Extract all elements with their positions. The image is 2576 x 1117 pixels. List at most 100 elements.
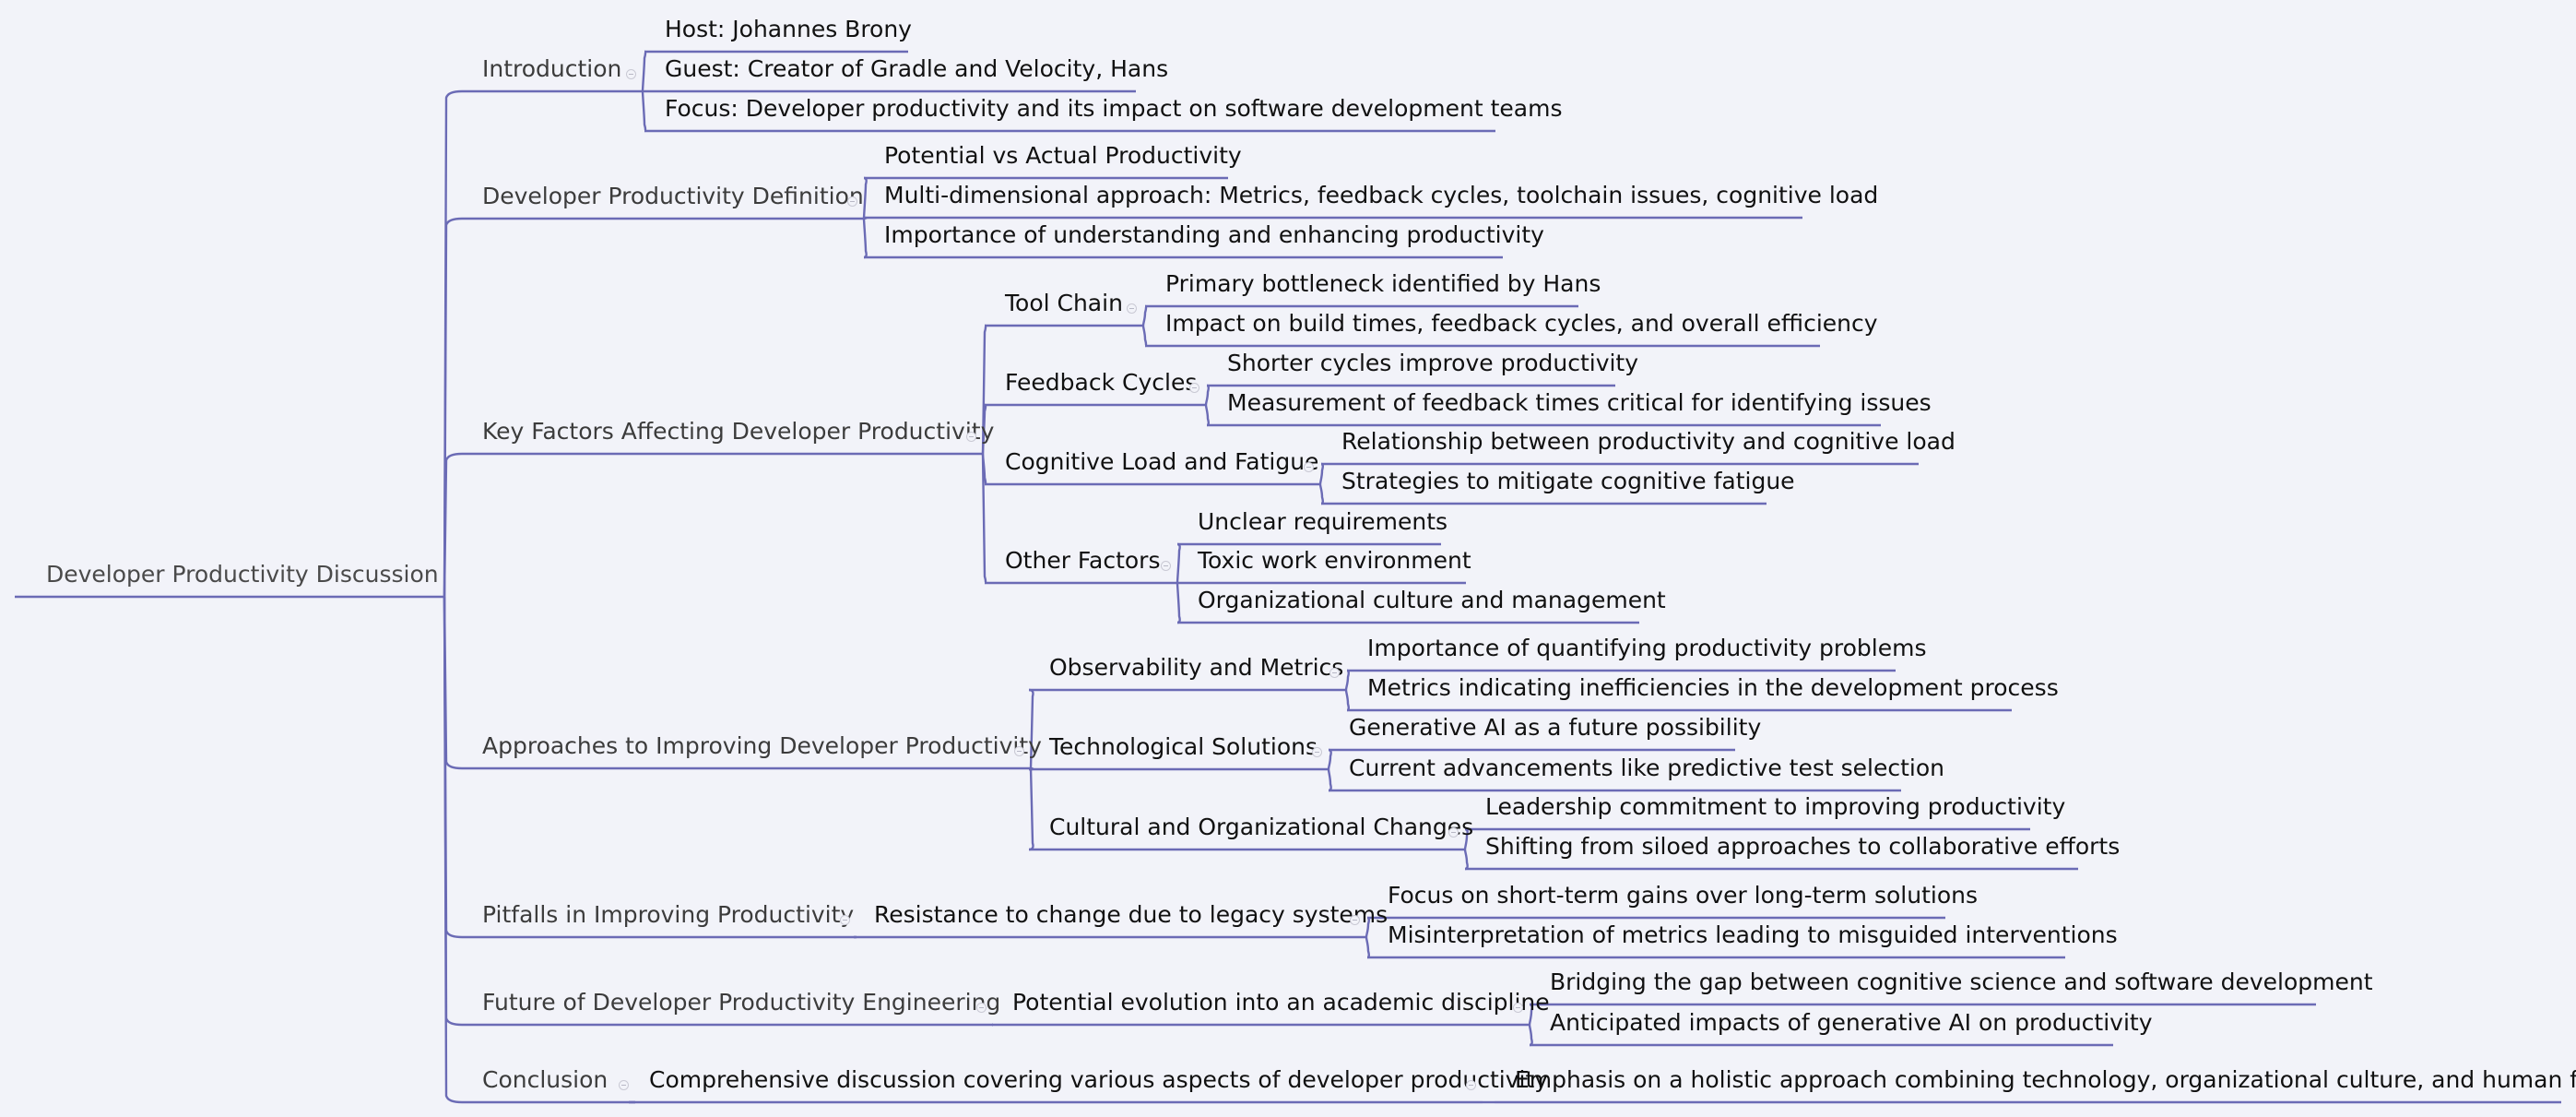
subtopic-technological-solutions[interactable]: Technological Solutions [1049,735,1318,758]
collapse-toggle-icon[interactable] [976,1003,987,1013]
topic-label: Technological Solutions [1049,733,1318,760]
subtopic-anticipated-impacts-of-generative-ai-on-productivity[interactable]: Anticipated impacts of generative AI on … [1550,1011,2153,1034]
connector-relationship-between-productivity-and-cognitive-load [1318,462,1324,485]
subtopic-focus-on-short-term-gains-over-long-term-solutions[interactable]: Focus on short-term gains over long-term… [1388,884,1978,907]
subtopic-tool-chain[interactable]: Tool Chain [1005,291,1123,315]
topic-label: Cultural and Organizational Changes [1049,814,1474,840]
subtopic-unclear-requirements[interactable]: Unclear requirements [1198,510,1448,533]
connector-other-factors [981,453,987,585]
connector-cognitive-load-and-fatigue [981,453,987,486]
connector-primary-bottleneck-identified-by-hans [1141,304,1148,327]
topic-label: Metrics indicating inefficiencies in the… [1367,674,2059,701]
topic-label: Feedback Cycles [1005,369,1198,396]
topic-label: Comprehensive discussion covering variou… [649,1066,1549,1093]
subtopic-shorter-cycles-improve-productivity[interactable]: Shorter cycles improve productivity [1227,351,1638,374]
collapse-toggle-icon[interactable] [1466,1080,1476,1090]
collapse-toggle-icon[interactable] [840,915,850,925]
connector-anticipated-impacts-of-generative-ai-on-productivity [1528,1024,1533,1047]
collapse-toggle-icon[interactable] [1350,915,1360,925]
subtopic-other-factors[interactable]: Other Factors [1005,549,1160,572]
connector-host-johannes-brony [641,50,647,92]
collapse-toggle-icon[interactable] [1127,303,1137,314]
subtopic-importance-of-quantifying-productivity-problems[interactable]: Importance of quantifying productivity p… [1367,636,1927,660]
topic-label: Importance of understanding and enhancin… [884,221,1544,248]
topic-label: Importance of quantifying productivity p… [1367,635,1927,661]
collapse-toggle-icon[interactable] [966,432,976,442]
topic-label: Potential evolution into an academic dis… [1012,989,1550,1016]
mindmap-canvas[interactable]: Developer Productivity Discussion Introdu… [0,0,2576,1117]
connector-pitfalls-in-improving-productivity [443,596,463,939]
topic-label: Unclear requirements [1198,508,1448,535]
collapse-toggle-icon[interactable] [619,1080,629,1090]
subtopic-current-advancements-like-predictive-test-selection[interactable]: Current advancements like predictive tes… [1349,756,1944,779]
collapse-toggle-icon[interactable] [1161,561,1171,571]
connector-generative-ai-as-a-future-possibility [1327,748,1332,770]
topic-label: Generative AI as a future possibility [1349,714,1762,741]
subtopic-potential-vs-actual-productivity[interactable]: Potential vs Actual Productivity [884,144,1242,167]
subtopic-comprehensive-discussion-covering-various-aspects-of-developer-productivity[interactable]: Comprehensive discussion covering variou… [649,1068,1548,1091]
subtopic-focus-developer-productivity-and-its-impact-on-software-development-teams[interactable]: Focus: Developer productivity and its im… [665,97,1563,120]
subtopic-resistance-to-change-due-to-legacy-systems[interactable]: Resistance to change due to legacy syste… [874,903,1388,926]
main-topic-key-factors-affecting-developer-productivity[interactable]: Key Factors Affecting Developer Producti… [482,420,994,443]
connector-cultural-and-organizational-changes [1028,767,1034,851]
collapse-toggle-icon[interactable] [847,196,857,207]
subtopic-misinterpretation-of-metrics-leading-to-misguided-interventions[interactable]: Misinterpretation of metrics leading to … [1388,923,2118,946]
subtopic-generative-ai-as-a-future-possibility[interactable]: Generative AI as a future possibility [1349,716,1761,739]
subtopic-leadership-commitment-to-improving-productivity[interactable]: Leadership commitment to improving produ… [1485,795,2065,818]
topic-label: Primary bottleneck identified by Hans [1165,270,1601,297]
topic-label: Host: Johannes Brony [665,16,912,42]
subtopic-primary-bottleneck-identified-by-hans[interactable]: Primary bottleneck identified by Hans [1165,272,1601,295]
subtopic-guest-creator-of-gradle-and-velocity-hans[interactable]: Guest: Creator of Gradle and Velocity, H… [665,57,1168,80]
subtopic-relationship-between-productivity-and-cognitive-load[interactable]: Relationship between productivity and co… [1341,430,1956,453]
topic-label: Future of Developer Productivity Enginee… [482,989,1001,1016]
topic-label: Shifting from siloed approaches to colla… [1485,833,2121,860]
main-topic-conclusion[interactable]: Conclusion [482,1068,608,1091]
central-topic[interactable]: Developer Productivity Discussion [46,563,439,586]
main-topic-future-of-developer-productivity-engineering[interactable]: Future of Developer Productivity Enginee… [482,991,1000,1014]
topic-label: Current advancements like predictive tes… [1349,755,1945,781]
connector-future-of-developer-productivity-engineering [443,596,463,1027]
subtopic-shifting-from-siloed-approaches-to-collaborative-efforts[interactable]: Shifting from siloed approaches to colla… [1485,835,2120,858]
topic-label: Resistance to change due to legacy syste… [874,901,1388,928]
subtopic-importance-of-understanding-and-enhancing-productivity[interactable]: Importance of understanding and enhancin… [884,223,1544,246]
topic-label: Organizational culture and management [1198,587,1666,613]
subtopic-cultural-and-organizational-changes[interactable]: Cultural and Organizational Changes [1049,815,1473,838]
subtopic-feedback-cycles[interactable]: Feedback Cycles [1005,371,1197,394]
subtopic-measurement-of-feedback-times-critical-for-identifying-issues[interactable]: Measurement of feedback times critical f… [1227,391,1932,414]
main-topic-developer-productivity-definition[interactable]: Developer Productivity Definition [482,184,864,208]
subtopic-impact-on-build-times-feedback-cycles-and-overall-efficiency[interactable]: Impact on build times, feedback cycles, … [1165,312,1878,335]
collapse-toggle-icon[interactable] [1513,1003,1523,1013]
subtopic-host-johannes-brony[interactable]: Host: Johannes Brony [665,18,912,41]
collapse-toggle-icon[interactable] [1448,827,1459,838]
connector-shifting-from-siloed-approaches-to-collaborative-efforts [1463,849,1469,871]
collapse-toggle-icon[interactable] [1329,668,1340,678]
collapse-toggle-icon[interactable] [1312,747,1322,757]
main-topic-introduction[interactable]: Introduction [482,57,621,80]
subtopic-emphasis-on-a-holistic-approach-combining-technology-organizational-culture-and-human-factors[interactable]: Emphasis on a holistic approach combinin… [1515,1068,2576,1091]
subtopic-cognitive-load-and-fatigue[interactable]: Cognitive Load and Fatigue [1005,450,1318,473]
topic-label: Bridging the gap between cognitive scien… [1550,968,2373,995]
connector-technological-solutions [1028,766,1034,771]
subtopic-metrics-indicating-inefficiencies-in-the-development-process[interactable]: Metrics indicating inefficiencies in the… [1367,676,2059,699]
subtopic-toxic-work-environment[interactable]: Toxic work environment [1198,549,1471,572]
main-topic-pitfalls-in-improving-productivity[interactable]: Pitfalls in Improving Productivity [482,903,854,926]
subtopic-multi-dimensional-approach-metrics-feedback-cycles-toolchain-issues-cognitive-load[interactable]: Multi-dimensional approach: Metrics, fee… [884,184,1878,207]
topic-label: Cognitive Load and Fatigue [1005,448,1319,475]
subtopic-bridging-the-gap-between-cognitive-science-and-software-development[interactable]: Bridging the gap between cognitive scien… [1550,970,2373,993]
collapse-toggle-icon[interactable] [626,69,636,79]
subtopic-observability-and-metrics[interactable]: Observability and Metrics [1049,656,1343,679]
connector-developer-productivity-definition [443,217,463,598]
topic-label: Approaches to Improving Developer Produc… [482,732,1042,759]
topic-label: Anticipated impacts of generative AI on … [1550,1009,2153,1036]
subtopic-strategies-to-mitigate-cognitive-fatigue[interactable]: Strategies to mitigate cognitive fatigue [1341,469,1795,493]
subtopic-organizational-culture-and-management[interactable]: Organizational culture and management [1198,588,1666,612]
connector-importance-of-quantifying-productivity-problems [1344,669,1350,691]
collapse-toggle-icon[interactable] [1014,746,1024,756]
main-topic-approaches-to-improving-developer-productivity[interactable]: Approaches to Improving Developer Produc… [482,734,1042,757]
subtopic-potential-evolution-into-an-academic-discipline[interactable]: Potential evolution into an academic dis… [1012,991,1550,1014]
topic-label: Introduction [482,55,622,82]
collapse-toggle-icon[interactable] [1189,383,1199,393]
topic-label: Tool Chain [1005,290,1123,316]
collapse-toggle-icon[interactable] [1304,462,1314,472]
topic-label: Potential vs Actual Productivity [884,142,1242,169]
